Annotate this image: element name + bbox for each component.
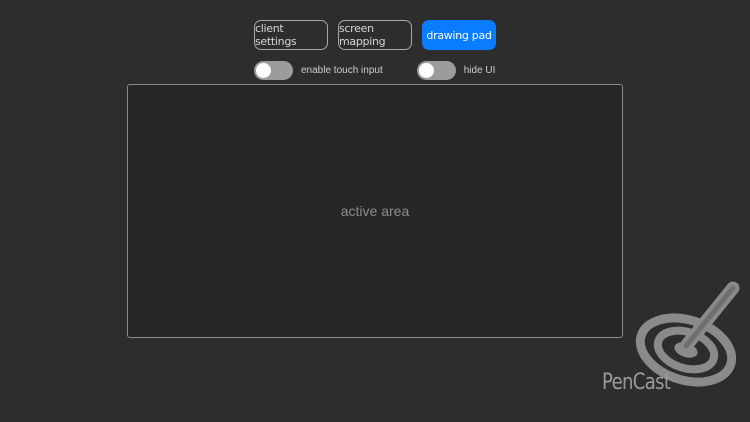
- drawing-active-area[interactable]: active area: [127, 84, 623, 338]
- toggle-knob: [418, 63, 434, 78]
- touch-input-label: enable touch input: [301, 65, 383, 76]
- hide-ui-toggle[interactable]: [416, 61, 456, 80]
- tab-screen-mapping[interactable]: screen mapping: [338, 20, 412, 50]
- hide-ui-group: hide UI: [416, 61, 496, 80]
- toggle-knob: [256, 63, 271, 78]
- mode-tabs: client settings screen mapping drawing p…: [254, 20, 496, 50]
- hide-ui-label: hide UI: [463, 65, 496, 76]
- tab-drawing-pad[interactable]: drawing pad: [422, 20, 496, 50]
- pencast-logo-text: PenCast: [602, 370, 671, 395]
- tab-client-settings[interactable]: client settings: [254, 20, 328, 50]
- touch-input-toggle[interactable]: [254, 61, 293, 80]
- options-row: enable touch input hide UI: [254, 61, 495, 80]
- active-area-label: active area: [340, 203, 410, 219]
- app-window: client settings screen mapping drawing p…: [0, 0, 750, 422]
